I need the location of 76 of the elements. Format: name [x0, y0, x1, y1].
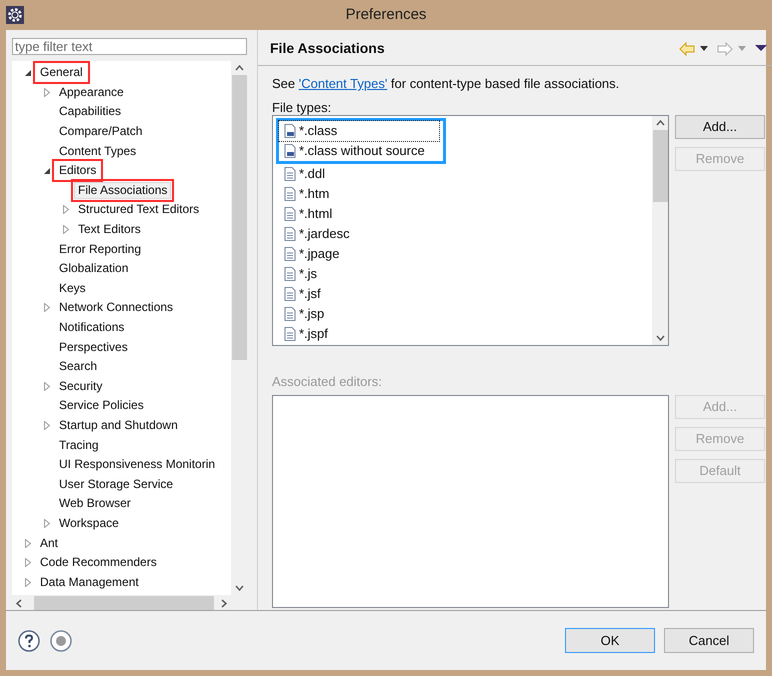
collapsed-arrow-icon[interactable]: [43, 303, 51, 312]
file-type-row[interactable]: *.ddl: [279, 164, 328, 184]
file-type-row[interactable]: *.js: [279, 264, 320, 284]
tree-item[interactable]: Security: [55, 378, 106, 395]
tree-item[interactable]: UI Responsiveness Monitorin: [55, 456, 220, 474]
tree-item[interactable]: Error Reporting: [55, 240, 146, 258]
file-icon: [282, 326, 298, 342]
file-icon: [282, 122, 298, 138]
collapsed-arrow-icon[interactable]: [43, 88, 51, 97]
file-type-row[interactable]: *.jardesc: [279, 224, 352, 244]
tree-item[interactable]: Code Recommenders: [36, 554, 161, 572]
tree-item[interactable]: Compare/Patch: [55, 123, 146, 140]
tree-item[interactable]: Editors: [55, 162, 100, 180]
forward-arrow-icon[interactable]: [717, 42, 733, 56]
file-type-row[interactable]: *.htm: [279, 184, 332, 204]
associated-editors-label: Associated editors:: [272, 374, 383, 388]
file-type-row[interactable]: *.jsp: [279, 304, 326, 324]
help-icon[interactable]: [18, 630, 40, 652]
collapsed-arrow-icon[interactable]: [62, 225, 70, 234]
dialog-button[interactable]: Cancel: [664, 628, 754, 653]
tree-item[interactable]: Keys: [55, 280, 90, 297]
file-icon: [282, 186, 298, 202]
tree-item[interactable]: Ant: [36, 534, 62, 552]
tree-item[interactable]: Startup and Shutdown: [55, 416, 182, 434]
collapsed-arrow-icon[interactable]: [24, 538, 32, 548]
file-type-row[interactable]: *.html: [279, 204, 334, 224]
tree-item[interactable]: Perspectives: [55, 338, 132, 356]
filter-field[interactable]: type filter text: [12, 38, 247, 55]
collapsed-arrow-icon[interactable]: [43, 382, 51, 391]
file-icon: [282, 246, 298, 262]
collapsed-arrow-icon[interactable]: [62, 205, 70, 214]
tree-item[interactable]: Globalization: [55, 260, 132, 278]
file-type-row[interactable]: *.jpage: [279, 244, 342, 264]
tree-item[interactable]: Structured Text Editors: [74, 201, 204, 218]
tree-item[interactable]: General: [36, 64, 87, 82]
record-icon[interactable]: [50, 630, 72, 652]
expanded-arrow-icon[interactable]: [43, 166, 51, 175]
gear-icon: [6, 6, 24, 24]
file-icon: [282, 286, 298, 302]
collapsed-arrow-icon[interactable]: [43, 518, 51, 528]
content-types-link[interactable]: 'Content Types': [298, 76, 388, 91]
tree-item[interactable]: Service Policies: [55, 397, 148, 414]
tree-item[interactable]: Data Management: [36, 574, 143, 591]
tree-item[interactable]: Content Types: [55, 142, 140, 160]
tree-item[interactable]: Web Browser: [55, 495, 135, 512]
file-icon: [282, 166, 298, 182]
file-icon: [282, 226, 298, 242]
collapsed-arrow-icon[interactable]: [24, 558, 32, 568]
tree-item[interactable]: Notifications: [55, 319, 128, 336]
file-icon: [282, 306, 298, 322]
dropdown-icon[interactable]: [699, 46, 709, 52]
file-types-label: File types:: [272, 100, 332, 114]
tree-item[interactable]: Capabilities: [55, 103, 126, 120]
file-icon: [282, 206, 298, 222]
file-type-row[interactable]: *.jspf: [279, 324, 330, 344]
file-icon: [282, 142, 298, 158]
view-menu-icon[interactable]: [755, 45, 767, 52]
tree-item[interactable]: Network Connections: [55, 299, 178, 316]
tree-item[interactable]: Search: [55, 358, 102, 376]
tree-item[interactable]: Appearance: [55, 84, 128, 101]
window-title: Preferences: [346, 4, 426, 25]
intro-text: See 'Content Types' for content-type based file associations.: [272, 75, 620, 93]
collapsed-arrow-icon[interactable]: [24, 578, 32, 587]
file-type-row[interactable]: *.jsf: [279, 284, 323, 304]
action-button[interactable]: Add...: [675, 114, 765, 138]
tree-item[interactable]: File Associations: [74, 182, 172, 199]
tree-item[interactable]: Tracing: [55, 436, 103, 454]
vertical-scrollbar[interactable]: [652, 116, 668, 344]
tree-item[interactable]: User Storage Service: [55, 476, 178, 493]
tree-item[interactable]: Text Editors: [74, 221, 145, 238]
file-icon: [282, 266, 298, 282]
page-title: File Associations: [270, 39, 385, 58]
tree-item[interactable]: Workspace: [55, 514, 123, 532]
dialog-button[interactable]: OK: [565, 628, 655, 653]
expanded-arrow-icon[interactable]: [24, 68, 32, 77]
collapsed-arrow-icon[interactable]: [43, 420, 51, 430]
